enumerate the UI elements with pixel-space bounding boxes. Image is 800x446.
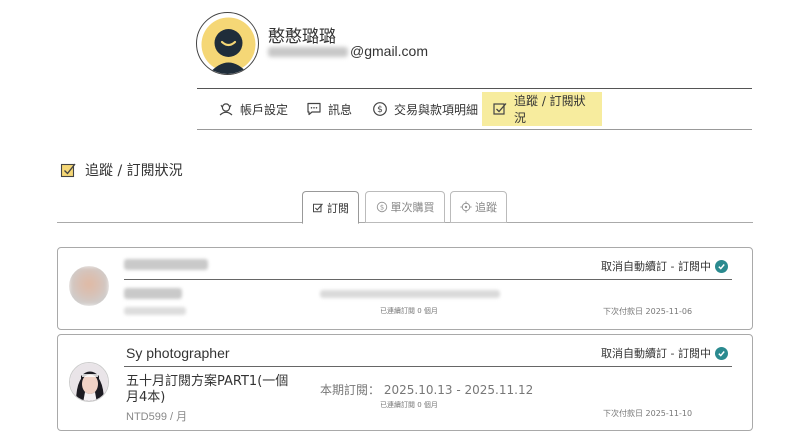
nav-divider-top bbox=[197, 88, 752, 89]
dollar-coin-icon: $ bbox=[376, 201, 387, 213]
subscription-status: 取消自動續訂 - 訂閱中 bbox=[601, 345, 728, 361]
section-title-text: 追蹤 / 訂閱狀況 bbox=[85, 163, 183, 179]
nav-label: 追蹤 / 訂閱狀況 bbox=[514, 94, 586, 125]
user-avatar-icon bbox=[201, 17, 256, 74]
email-redaction bbox=[268, 47, 348, 58]
tab-label: 訂閱 bbox=[327, 201, 349, 215]
price-redacted bbox=[124, 307, 186, 315]
billing-period: 本期訂閱： 2025.10.13 - 2025.11.12 bbox=[320, 381, 533, 398]
crosshair-icon bbox=[460, 201, 472, 213]
tab-follow[interactable]: 追蹤 bbox=[450, 191, 507, 223]
tab-label: 單次購買 bbox=[390, 201, 435, 214]
period-label: 本期訂閱： bbox=[320, 383, 381, 397]
nav-label: 交易與款項明細 bbox=[394, 102, 479, 117]
period-redacted bbox=[320, 290, 500, 298]
nav-account-settings[interactable]: 帳戶設定 bbox=[208, 92, 298, 126]
creator-name[interactable]: Sy photographer bbox=[126, 345, 230, 361]
checkbox-edit-icon bbox=[60, 163, 76, 178]
nav-label: 訊息 bbox=[328, 102, 353, 117]
section-title: 追蹤 / 訂閱狀況 bbox=[60, 160, 183, 180]
tab-single-purchase[interactable]: $ 單次購買 bbox=[365, 191, 445, 223]
subscription-card[interactable]: 取消自動續訂 - 訂閱中 已連續訂閱 0 個月 下次付款日 2025-11-06 bbox=[57, 247, 753, 330]
creator-avatar[interactable] bbox=[69, 266, 109, 306]
check-circle-icon bbox=[715, 259, 728, 273]
message-icon bbox=[307, 102, 321, 116]
plan-name: 五十月訂閱方案PART1(一個月4本) bbox=[126, 374, 289, 405]
nav-label: 帳戶設定 bbox=[240, 102, 289, 117]
check-circle-icon bbox=[715, 346, 728, 360]
checkbox-edit-icon bbox=[313, 203, 323, 212]
subscription-status: 取消自動續訂 - 訂閱中 bbox=[601, 258, 728, 274]
next-payment-date: 下次付款日 2025-11-06 bbox=[603, 307, 693, 316]
tab-label: 追蹤 bbox=[475, 201, 497, 214]
card-divider bbox=[124, 366, 732, 367]
checkbox-edit-icon bbox=[493, 103, 507, 115]
nav-transactions[interactable]: $ 交易與款項明細 bbox=[362, 92, 488, 126]
subscription-card[interactable]: Sy photographer 取消自動續訂 - 訂閱中 五十月訂閱方案PART… bbox=[57, 334, 753, 431]
dollar-coin-icon: $ bbox=[373, 102, 387, 116]
nav-messages[interactable]: 訊息 bbox=[296, 92, 362, 126]
tab-subscribe[interactable]: 訂閱 bbox=[302, 191, 359, 224]
plan-name-redacted bbox=[124, 288, 182, 299]
creator-avatar[interactable] bbox=[69, 362, 109, 402]
profile-email: @gmail.com bbox=[268, 43, 428, 59]
period-value: 2025.10.13 - 2025.11.12 bbox=[383, 383, 534, 397]
plan-price: NTD599 / 月 bbox=[126, 411, 188, 423]
continuous-months-note: 已連續訂閱 0 個月 bbox=[380, 307, 438, 315]
card-divider bbox=[124, 279, 732, 280]
creator-photo bbox=[70, 363, 108, 401]
profile-avatar[interactable] bbox=[196, 12, 259, 75]
nav-divider-bottom bbox=[197, 129, 752, 130]
nav-follow-subscribe[interactable]: 追蹤 / 訂閱狀況 bbox=[482, 92, 602, 126]
svg-text:$: $ bbox=[379, 203, 383, 211]
account-settings-icon bbox=[219, 103, 233, 116]
svg-text:$: $ bbox=[377, 105, 383, 115]
creator-name-redacted bbox=[124, 259, 208, 270]
next-payment-date: 下次付款日 2025-11-10 bbox=[603, 409, 693, 418]
email-suffix: @gmail.com bbox=[350, 43, 429, 59]
continuous-months-note: 已連續訂閱 0 個月 bbox=[380, 401, 438, 409]
